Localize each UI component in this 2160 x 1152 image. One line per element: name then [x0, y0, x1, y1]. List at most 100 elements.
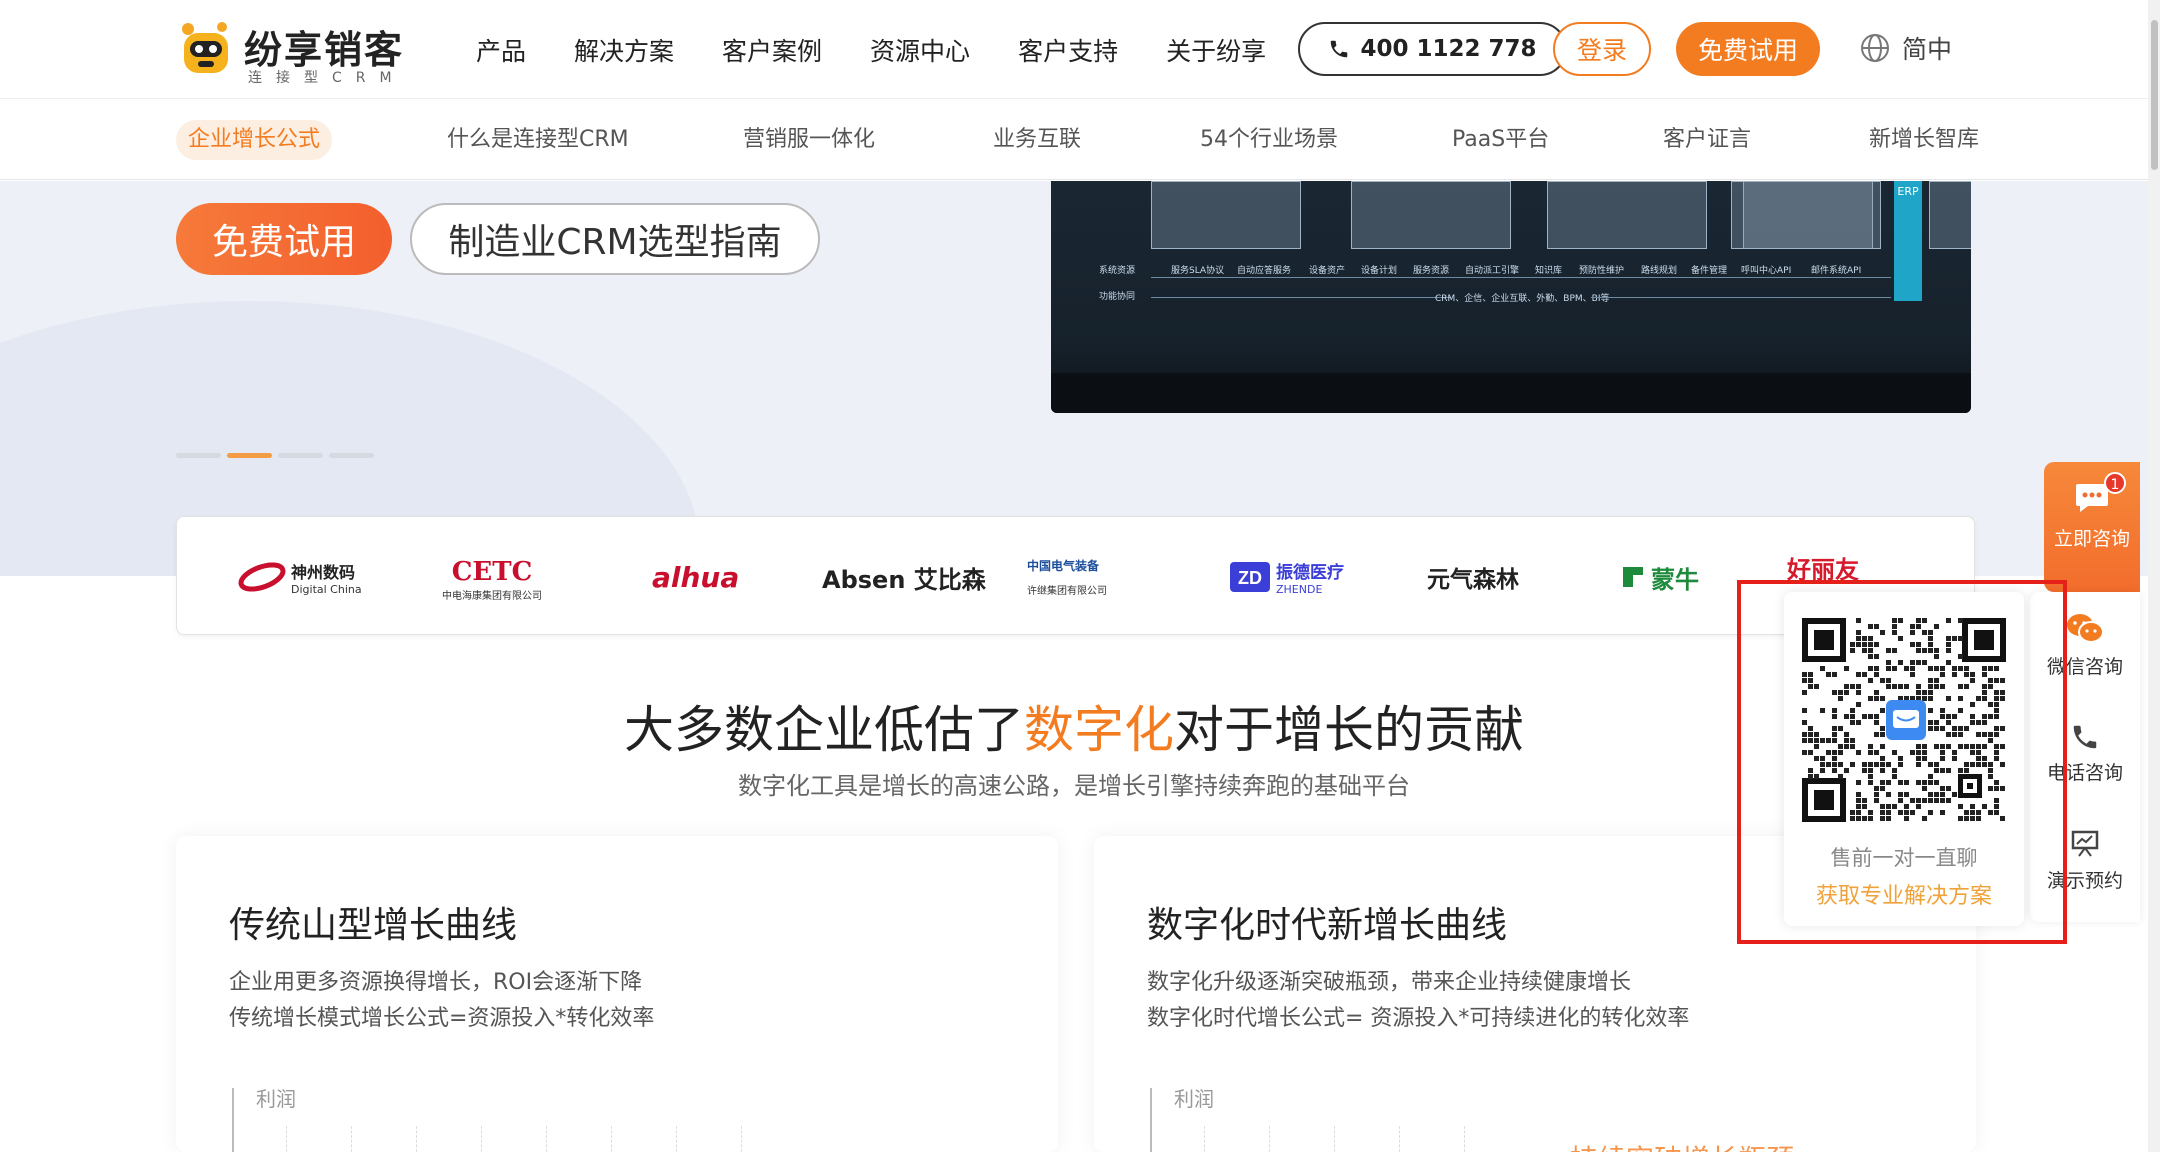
hero-guide-button[interactable]: 制造业CRM选型指南	[410, 203, 820, 275]
client-logo-genki-forest: 元气森林	[1427, 557, 1519, 597]
svg-text:ZD: ZD	[1238, 568, 1262, 588]
diagram-item: 自动派工引擎	[1465, 266, 1520, 276]
diagram-item: 服务SLA协议	[1171, 266, 1225, 276]
card-description: 企业用更多资源换得增长，ROI会逐渐下降	[229, 970, 643, 995]
nav-item-about[interactable]: 关于纷享	[1166, 32, 1266, 68]
nav-item-products[interactable]: 产品	[476, 32, 526, 68]
sub-nav: 企业增长公式 什么是连接型CRM 营销服一体化 业务互联 54个行业场景 Paa…	[0, 100, 2148, 180]
section-title-part2: 对于增长的贡献	[1174, 701, 1524, 759]
diagram-item: 路线规划	[1641, 266, 1678, 276]
diagram-item: 设备计划	[1361, 266, 1398, 276]
chart-y-axis-label: 利润	[256, 1087, 296, 1111]
subnav-item-growth-formula[interactable]: 企业增长公式	[176, 120, 333, 160]
logo-mascot-icon	[182, 22, 228, 73]
client-name: 中国电气装备	[1027, 559, 1100, 573]
hero-free-trial-button[interactable]: 免费试用	[176, 203, 392, 275]
client-name-en: ZHENDE	[1276, 583, 1323, 596]
client-name-cn: 中电海康集团有限公司	[442, 591, 542, 602]
subnav-item-connected-crm[interactable]: 什么是连接型CRM	[447, 120, 629, 160]
chart-gridline	[611, 1126, 612, 1152]
diagram-item: 邮件系统API	[1811, 266, 1862, 276]
subnav-item-business-interconnect[interactable]: 业务互联	[993, 120, 1081, 160]
wechat-icon	[2067, 614, 2104, 643]
top-header: 纷享销客 连接型CRM 产品 解决方案 客户案例 资源中心 客户支持 关于纷享 …	[0, 0, 2148, 99]
chart-gridline	[1204, 1126, 1205, 1152]
subnav-item-paas[interactable]: PaaS平台	[1452, 120, 1549, 160]
client-logo-strip: 神州数码 Digital China CETC 中电海康集团有限公司 alhua…	[176, 516, 1975, 635]
logo-text: 纷享销客	[244, 28, 405, 72]
chart-gridline	[676, 1126, 677, 1152]
chart-curve-label: 持续突破增长瓶颈	[1570, 1138, 1794, 1152]
client-name: CETC	[451, 557, 533, 587]
diagram-erp-bar: ERP	[1894, 181, 1922, 301]
instant-consult-label: 立即咨询	[2053, 528, 2130, 550]
carousel-dot-active[interactable]	[227, 453, 272, 458]
chart-gridline	[546, 1126, 547, 1152]
client-logo-cetc: CETC 中电海康集团有限公司	[442, 557, 542, 602]
brand-logo[interactable]: 纷享销客 连接型CRM	[178, 15, 428, 86]
carousel-dot[interactable]	[329, 453, 374, 458]
client-name: alhua	[652, 560, 740, 594]
chart-gridline	[416, 1126, 417, 1152]
digital-china-icon	[238, 562, 286, 592]
diagram-panel	[1547, 181, 1707, 249]
nav-item-solutions[interactable]: 解决方案	[574, 32, 674, 68]
nav-item-support[interactable]: 客户支持	[1018, 32, 1118, 68]
notification-badge: 1	[2104, 472, 2126, 494]
carousel-dot[interactable]	[176, 453, 221, 458]
client-name: 蒙牛	[1651, 565, 1699, 594]
diagram-label-resources: 系统资源	[1099, 266, 1136, 276]
nav-item-cases[interactable]: 客户案例	[722, 32, 822, 68]
language-selector[interactable]: 简中	[1860, 30, 1952, 66]
diagram-item: 知识库	[1535, 266, 1563, 276]
zhende-icon: ZD	[1230, 562, 1270, 592]
chart-gridline	[1399, 1126, 1400, 1152]
card-traditional-curve: 传统山型增长曲线 企业用更多资源换得增长，ROI会逐渐下降 传统增长模式增长公式…	[176, 836, 1058, 1152]
highlight-frame	[1737, 580, 2067, 944]
diagram-panel	[1351, 181, 1511, 249]
carousel-dot[interactable]	[278, 453, 323, 458]
page-scrollbar-thumb[interactable]	[2151, 20, 2158, 170]
instant-consult-button[interactable]: 1 立即咨询	[2044, 462, 2140, 592]
mengniu-icon	[1623, 567, 1643, 587]
diagram-item: 预防性维护	[1579, 266, 1625, 276]
client-name: 神州数码	[291, 562, 356, 582]
language-label: 简中	[1902, 35, 1953, 64]
page-scrollbar-track[interactable]	[2148, 0, 2160, 1152]
card-description: 数字化升级逐渐突破瓶颈，带来企业持续健康增长	[1147, 970, 1632, 995]
phone-icon	[1331, 40, 1348, 58]
card-formula: 数字化时代增长公式= 资源投入*可持续进化的转化效率	[1147, 1006, 1690, 1031]
section-title-part1: 大多数企业低估了	[624, 701, 1024, 759]
presentation-icon	[2071, 830, 2099, 857]
diagram-collab-center: CRM、企信、企业互联、外勤、BPM、BI等	[1435, 294, 1610, 304]
diagram-label-collab: 功能协同	[1099, 292, 1136, 302]
subnav-item-industry-scenes[interactable]: 54个行业场景	[1200, 120, 1338, 160]
phone-icon	[2073, 725, 2097, 749]
chart-gridline	[1269, 1126, 1270, 1152]
chart-y-axis	[232, 1088, 234, 1152]
diagram-line	[1151, 297, 1451, 298]
subnav-item-testimonials[interactable]: 客户证言	[1663, 120, 1751, 160]
card-title: 传统山型增长曲线	[229, 905, 518, 946]
client-name-en: Digital China	[291, 582, 362, 596]
chart-gridline	[286, 1126, 287, 1152]
client-logo-zhende: ZD 振德医疗 ZHENDE	[1230, 557, 1344, 597]
diagram-item: 备件管理	[1691, 266, 1728, 276]
hero-solution-diagram: ERP 系统资源 服务SLA协议 自动应答服务 设备资产 设备计划 服务资源 自…	[1051, 181, 1971, 413]
subnav-item-marketing-service[interactable]: 营销服一体化	[743, 120, 875, 160]
diagram-panel	[1151, 181, 1301, 249]
client-logo-china-electric: 中国电气装备 许继集团有限公司	[1027, 557, 1107, 597]
subnav-item-think-tank[interactable]: 新增长智库	[1869, 120, 1979, 160]
free-trial-button[interactable]: 免费试用	[1676, 22, 1820, 76]
diagram-item: 设备资产	[1309, 266, 1346, 276]
nav-item-resources[interactable]: 资源中心	[870, 32, 970, 68]
chart-gridline	[741, 1126, 742, 1152]
section-title-highlight: 数字化	[1024, 701, 1174, 759]
login-button[interactable]: 登录	[1553, 22, 1651, 76]
phone-number: 400 1122 778	[1360, 36, 1537, 62]
client-name: Absen 艾比森	[822, 565, 986, 594]
phone-button[interactable]: 400 1122 778	[1298, 22, 1567, 76]
card-title: 数字化时代新增长曲线	[1147, 905, 1508, 946]
logo-subtitle: 连接型CRM	[248, 70, 406, 86]
diagram-item: 自动应答服务	[1237, 266, 1292, 276]
